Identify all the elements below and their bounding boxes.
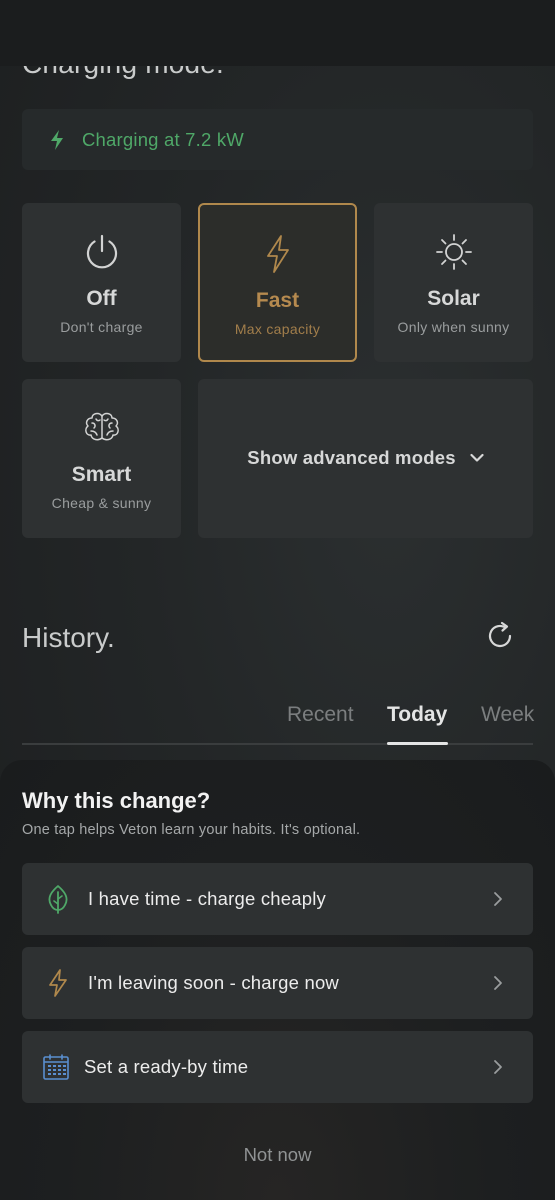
- tab-week[interactable]: Week: [481, 703, 534, 727]
- brain-icon: [81, 407, 123, 449]
- option-label: I'm leaving soon - charge now: [88, 972, 339, 993]
- sheet-subtitle: One tap helps Veton learn your habits. I…: [22, 822, 361, 838]
- not-now-button[interactable]: Not now: [0, 1144, 555, 1166]
- active-tab-indicator: [387, 742, 448, 745]
- chevron-right-icon: [494, 1060, 502, 1074]
- charging-status-text: Charging at 7.2 kW: [82, 128, 244, 150]
- why-change-bottom-sheet: Why this change? One tap helps Veton lea…: [0, 760, 555, 1200]
- chevron-down-icon: [470, 453, 484, 462]
- app-screen: Charging mode. Charging at 7.2 kW Off Do…: [0, 0, 555, 1200]
- option-label: I have time - charge cheaply: [88, 888, 326, 909]
- mode-description: Max capacity: [234, 321, 321, 337]
- calendar-icon: [42, 1053, 70, 1081]
- history-title: History.: [22, 622, 115, 653]
- bolt-icon: [44, 969, 72, 997]
- option-ready-by-time[interactable]: Set a ready-by time: [22, 1031, 533, 1103]
- tab-divider: [22, 743, 533, 745]
- chevron-right-icon: [494, 892, 502, 906]
- mode-card-solar[interactable]: Solar Only when sunny: [374, 203, 533, 362]
- option-charge-cheaply[interactable]: I have time - charge cheaply: [22, 863, 533, 935]
- mode-name: Off: [86, 287, 117, 310]
- mode-name: Solar: [427, 287, 480, 310]
- sun-icon: [433, 231, 475, 273]
- history-tabs: Recent Today Week: [0, 703, 555, 747]
- tab-today[interactable]: Today: [387, 703, 447, 727]
- refresh-icon[interactable]: [484, 620, 516, 652]
- mode-name: Smart: [71, 463, 132, 486]
- mode-card-fast[interactable]: Fast Max capacity: [198, 203, 357, 362]
- leaf-icon: [44, 885, 72, 914]
- power-icon: [81, 231, 123, 273]
- mode-description: Only when sunny: [397, 319, 510, 335]
- mode-description: Cheap & sunny: [51, 495, 152, 511]
- mode-card-smart[interactable]: Smart Cheap & sunny: [22, 379, 181, 538]
- option-label: Set a ready-by time: [84, 1056, 249, 1077]
- show-advanced-modes-button[interactable]: Show advanced modes: [198, 379, 533, 538]
- mode-description: Don't charge: [60, 319, 143, 335]
- bolt-icon: [257, 233, 299, 275]
- chevron-right-icon: [494, 976, 502, 990]
- sheet-title: Why this change?: [22, 788, 211, 813]
- bolt-icon: [51, 129, 63, 150]
- mode-name: Fast: [255, 289, 300, 312]
- status-bar-area: [0, 0, 555, 66]
- charging-status-banner: Charging at 7.2 kW: [22, 109, 533, 170]
- mode-card-off[interactable]: Off Don't charge: [22, 203, 181, 362]
- advanced-modes-label: Show advanced modes: [247, 446, 456, 468]
- tab-recent[interactable]: Recent: [287, 703, 354, 727]
- option-charge-now[interactable]: I'm leaving soon - charge now: [22, 947, 533, 1019]
